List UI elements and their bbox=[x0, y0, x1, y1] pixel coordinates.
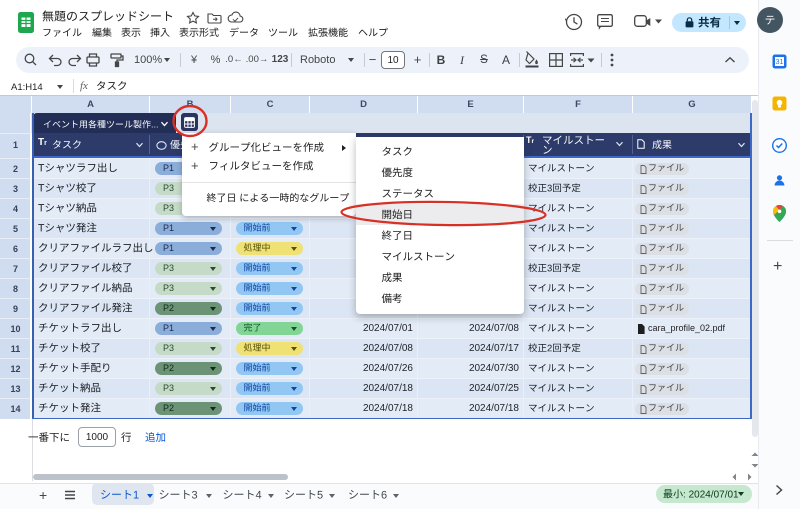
svg-text:31: 31 bbox=[776, 59, 784, 66]
